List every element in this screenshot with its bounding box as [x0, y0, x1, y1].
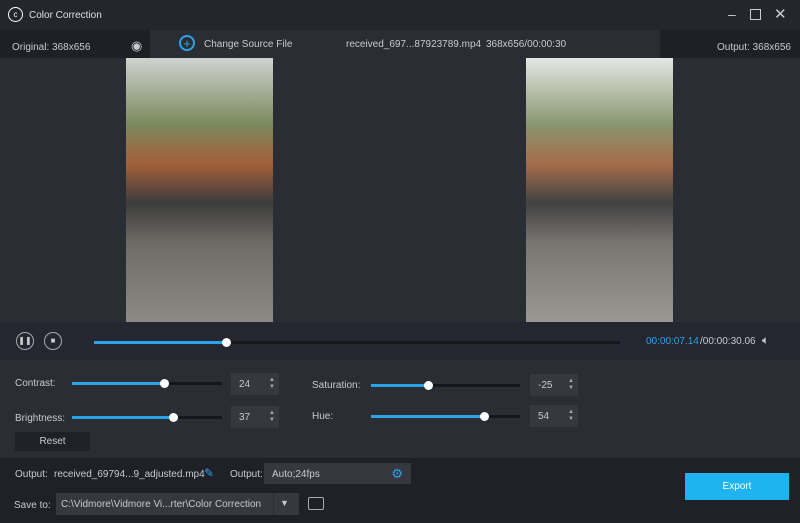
- reset-button[interactable]: Reset: [15, 432, 90, 451]
- hue-input[interactable]: 54 ▲ ▼: [530, 405, 578, 427]
- contrast-thumb[interactable]: [159, 379, 169, 388]
- file-name: received_697...87923789.mp4: [346, 39, 482, 50]
- format-value: Auto;24fps: [272, 469, 320, 480]
- brightness-fill: [72, 416, 173, 419]
- edit-icon[interactable]: ✎: [204, 466, 214, 480]
- output-label: Output:: [15, 469, 48, 480]
- brightness-value: 37: [239, 412, 251, 423]
- gear-icon[interactable]: ⚙: [391, 466, 403, 482]
- format-label: Output:: [230, 469, 263, 480]
- progress-thumb[interactable]: [221, 338, 231, 347]
- hue-label: Hue:: [312, 411, 334, 422]
- save-to-label: Save to:: [14, 500, 51, 511]
- title-bar: c Color Correction – ✕: [0, 0, 800, 30]
- format-select[interactable]: Auto;24fps ⚙: [264, 463, 411, 484]
- output-file-name: received_69794...9_adjusted.mp4: [54, 469, 205, 480]
- saturation-thumb[interactable]: [423, 381, 433, 390]
- save-path-select[interactable]: C:\Vidmore\Vidmore Vi...rter\Color Corre…: [56, 493, 299, 515]
- export-button[interactable]: Export: [685, 473, 789, 500]
- hue-slider[interactable]: [371, 412, 520, 421]
- output-video-frame: [526, 58, 673, 322]
- preview-area: [0, 58, 800, 322]
- output-size: Output: 368x656: [717, 42, 791, 53]
- adjust-panel: Contrast: 24 ▲ ▼ Brightness: 37 ▲ ▼ Saturati…: [0, 360, 800, 458]
- total-time: /00:00:30.06: [700, 336, 756, 347]
- output-panel: Output: received_69794...9_adjusted.mp4 …: [0, 458, 800, 523]
- chevron-down-icon[interactable]: ▼: [280, 498, 289, 508]
- saturation-label: Saturation:: [312, 380, 361, 391]
- saturation-spinner-icon[interactable]: ▲ ▼: [568, 378, 574, 392]
- contrast-value: 24: [239, 379, 251, 390]
- add-source-icon[interactable]: +: [179, 35, 195, 51]
- volume-icon[interactable]: 🔈︎: [762, 333, 769, 348]
- contrast-input[interactable]: 24 ▲ ▼: [231, 373, 279, 395]
- saturation-input[interactable]: -25 ▲ ▼: [530, 374, 578, 396]
- brightness-input[interactable]: 37 ▲ ▼: [231, 406, 279, 428]
- brightness-slider[interactable]: [72, 413, 222, 422]
- current-time: 00:00:07.14: [646, 336, 699, 347]
- contrast-label: Contrast:: [15, 378, 56, 389]
- file-info: 368x656/00:00:30: [486, 39, 567, 50]
- eye-icon[interactable]: ◉: [131, 38, 142, 54]
- progress-slider[interactable]: [94, 338, 620, 347]
- minimize-icon[interactable]: –: [728, 6, 736, 22]
- hue-value: 54: [538, 411, 550, 422]
- folder-icon[interactable]: [308, 497, 324, 510]
- save-path: C:\Vidmore\Vidmore Vi...rter\Color Corre…: [61, 499, 262, 510]
- brightness-label: Brightness:: [15, 413, 66, 424]
- saturation-fill: [371, 384, 428, 387]
- close-icon[interactable]: ✕: [774, 5, 787, 23]
- brightness-spinner-icon[interactable]: ▲ ▼: [269, 410, 275, 424]
- playback-bar: ❚❚ ■ 00:00:07.14 /00:00:30.06 🔈︎: [0, 322, 800, 360]
- stop-icon[interactable]: ■: [44, 332, 62, 350]
- maximize-icon[interactable]: [750, 9, 761, 20]
- contrast-fill: [72, 382, 164, 385]
- saturation-value: -25: [538, 380, 553, 391]
- change-source-button[interactable]: Change Source File: [204, 39, 292, 50]
- hue-spinner-icon[interactable]: ▲ ▼: [568, 409, 574, 423]
- original-size: Original: 368x656: [12, 42, 91, 53]
- hue-fill: [371, 415, 485, 418]
- contrast-spinner-icon[interactable]: ▲ ▼: [269, 377, 275, 391]
- original-video-frame: [126, 58, 273, 322]
- window-title: Color Correction: [29, 10, 102, 21]
- progress-fill: [94, 341, 226, 344]
- saturation-slider[interactable]: [371, 381, 520, 390]
- contrast-slider[interactable]: [72, 379, 222, 388]
- hue-thumb[interactable]: [480, 412, 490, 421]
- app-logo-icon: c: [8, 7, 23, 22]
- pause-icon[interactable]: ❚❚: [16, 332, 34, 350]
- brightness-thumb[interactable]: [168, 413, 178, 422]
